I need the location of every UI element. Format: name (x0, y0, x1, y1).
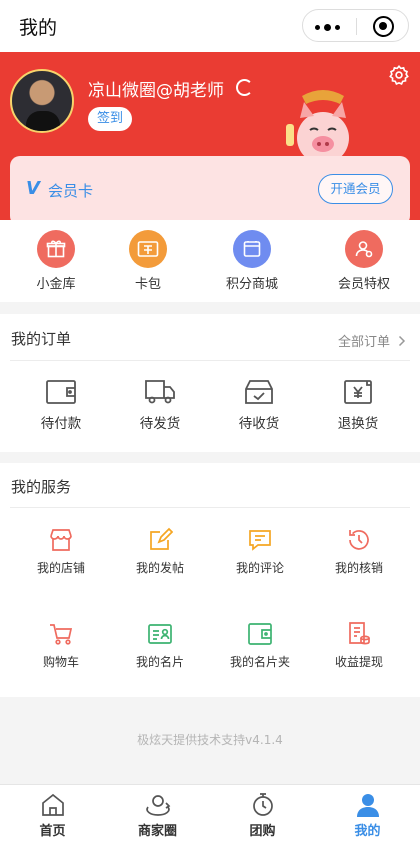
more-menu-button[interactable] (315, 24, 340, 31)
user-nickname: 凉山微圈@胡老师 (88, 81, 224, 101)
withdraw-icon (349, 622, 370, 645)
history-icon (349, 530, 369, 550)
order-item-label: 待收货 (238, 416, 280, 432)
order-item-label: 退换货 (337, 416, 379, 432)
order-pending-payment[interactable]: 待付款 (16, 378, 106, 432)
order-pending-shipment[interactable]: 待发货 (115, 378, 205, 432)
tab-mine[interactable]: 我的 (315, 793, 420, 839)
navigation-bar: 我的 (0, 0, 420, 52)
quick-item-label: 小金库 (36, 277, 76, 292)
chevron-right-icon (399, 335, 406, 347)
services-section: 我的服务 我的店铺 我的发帖 我的评论 我的核销 购物车 我的名片 我的名片夹 … (0, 463, 420, 697)
service-item-label: 我的名片夹 (229, 655, 290, 669)
service-my-posts[interactable]: 我的发帖 (110, 527, 210, 576)
cart-icon (50, 624, 73, 645)
page-title: 我的 (19, 17, 58, 39)
page: 我的 凉山微圈@胡老师 签到 V 会员卡 开通会员 小金库 卡包 积分商城 会员… (0, 0, 420, 846)
capsule-divider (356, 18, 357, 35)
gift-icon (37, 230, 75, 268)
checkin-button[interactable]: 签到 (88, 107, 132, 131)
services-title: 我的服务 (11, 478, 72, 496)
vip-v-icon: V (26, 178, 40, 199)
tab-label: 我的 (354, 824, 381, 839)
orders-section: 我的订单 全部订单 待付款 待发货 待收货 退换货 (0, 314, 420, 452)
mini-program-capsule (302, 9, 409, 42)
tab-label: 团购 (249, 824, 276, 839)
user-icon (356, 794, 379, 817)
tab-merchant-circle[interactable]: 商家圈 (105, 793, 210, 839)
comment-icon (249, 530, 271, 551)
profile-header: 凉山微圈@胡老师 签到 V 会员卡 开通会员 (0, 52, 420, 220)
wallet-icon (46, 380, 76, 404)
order-pending-receipt[interactable]: 待收货 (214, 378, 304, 432)
card-icon (148, 624, 172, 644)
orders-divider (10, 360, 410, 361)
home-icon (41, 793, 64, 816)
service-my-verification[interactable]: 我的核销 (309, 527, 409, 576)
merchant-circle-icon (145, 795, 170, 816)
quick-item-label: 积分商城 (225, 277, 278, 292)
service-item-label: 我的发帖 (135, 561, 184, 575)
all-orders-link[interactable]: 全部订单 (338, 331, 406, 350)
refund-icon (344, 380, 372, 404)
quick-item-label: 卡包 (134, 277, 161, 292)
service-item-label: 我的评论 (235, 561, 284, 575)
quick-item-card-pack[interactable]: 卡包 (103, 230, 193, 292)
service-item-label: 我的核销 (334, 561, 383, 575)
cardholder-icon (248, 623, 272, 645)
gear-icon[interactable] (388, 64, 410, 86)
service-my-store[interactable]: 我的店铺 (11, 527, 111, 576)
open-vip-button[interactable]: 开通会员 (318, 174, 393, 204)
shop-icon (233, 230, 271, 268)
tab-label: 首页 (39, 824, 66, 839)
service-item-label: 购物车 (42, 655, 79, 669)
quick-menu: 小金库 卡包 积分商城 会员特权 (0, 220, 420, 302)
tab-home[interactable]: 首页 (0, 793, 105, 839)
services-divider (10, 507, 410, 508)
group-buy-icon (252, 793, 273, 816)
all-orders-label: 全部订单 (338, 335, 391, 350)
service-item-label: 收益提现 (334, 655, 383, 669)
vip-card: V 会员卡 开通会员 (10, 156, 410, 220)
truck-icon (145, 380, 175, 404)
refresh-icon[interactable] (236, 79, 253, 96)
close-miniprogram-button[interactable] (373, 16, 394, 37)
service-my-card[interactable]: 我的名片 (110, 621, 210, 670)
box-icon (245, 380, 273, 404)
service-item-label: 我的店铺 (36, 561, 85, 575)
tech-support-text: 极炫天提供技术支持v4.1.4 (137, 733, 283, 747)
service-cart[interactable]: 购物车 (11, 621, 111, 670)
service-item-label: 我的名片 (135, 655, 184, 669)
service-card-holder[interactable]: 我的名片夹 (210, 621, 310, 670)
tab-label: 商家圈 (137, 824, 177, 839)
service-withdraw[interactable]: 收益提现 (309, 621, 409, 670)
quick-item-label: 会员特权 (337, 277, 390, 292)
orders-title: 我的订单 (11, 330, 72, 348)
edit-icon (150, 527, 173, 550)
coupon-icon (129, 230, 167, 268)
order-item-label: 待发货 (139, 416, 181, 432)
quick-item-vault[interactable]: 小金库 (11, 230, 101, 292)
avatar[interactable] (10, 69, 74, 133)
store-icon (50, 529, 72, 551)
service-my-comments[interactable]: 我的评论 (210, 527, 310, 576)
vip-card-label: 会员卡 (48, 182, 94, 200)
quick-item-member-privilege[interactable]: 会员特权 (319, 230, 409, 292)
member-icon (345, 230, 383, 268)
order-refund[interactable]: 退换货 (313, 378, 403, 432)
order-item-label: 待付款 (40, 416, 82, 432)
tab-group-buy[interactable]: 团购 (210, 793, 315, 839)
quick-item-points-mall[interactable]: 积分商城 (207, 230, 297, 292)
tab-bar: 首页 商家圈 团购 我的 (0, 784, 420, 846)
